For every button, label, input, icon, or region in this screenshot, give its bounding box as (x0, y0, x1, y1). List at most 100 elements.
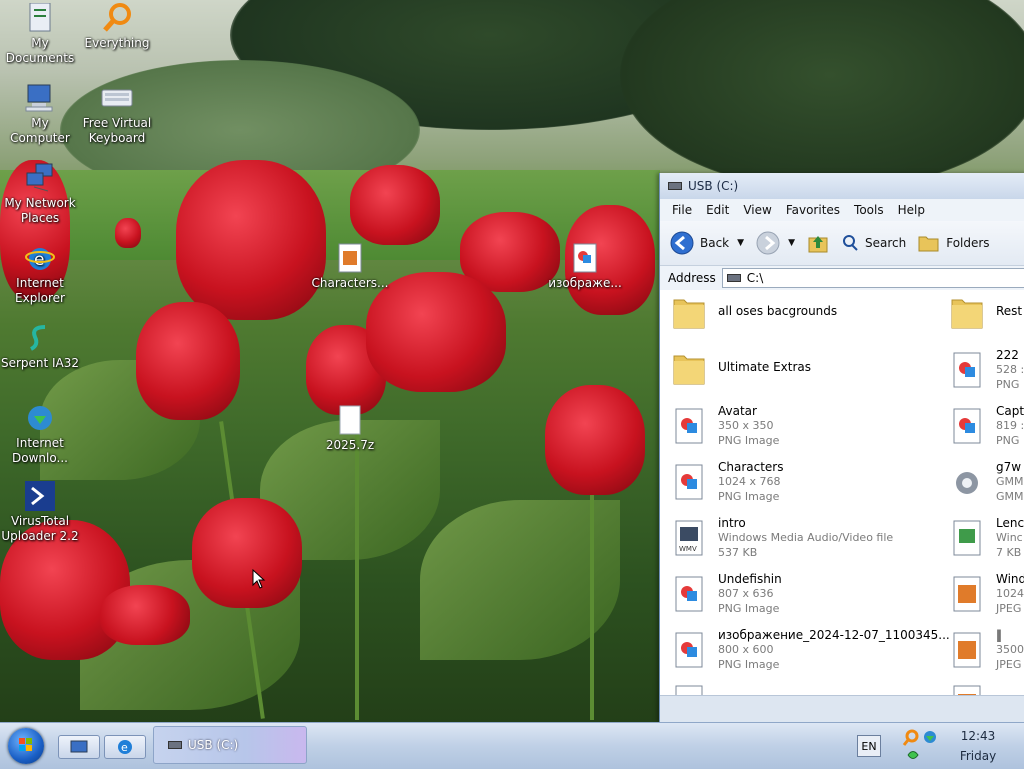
folders-button[interactable]: Folders (918, 233, 990, 253)
file-name: Undefishin (718, 572, 782, 586)
internet-explorer-icon: e (118, 740, 132, 754)
download-tray-icon[interactable] (905, 747, 921, 763)
icon-label-1: Serpent IA32 (0, 356, 80, 370)
file-item[interactable]: WMV intro Windows Media Audio/Video file 53… (672, 516, 893, 560)
desktop-icon-image-ru[interactable]: изображе... (545, 242, 625, 291)
file-item[interactable]: изображение_2024-12-07_1100345... 800 x 6… (672, 628, 950, 672)
forward-dropdown-icon[interactable]: ▼ (788, 238, 795, 248)
file-item[interactable]: 222 528 : PNG (950, 348, 1024, 392)
clock-time: 12:43 (960, 729, 996, 743)
show-desktop-icon (70, 740, 88, 753)
menu-edit[interactable]: Edit (706, 203, 729, 217)
file-type: PNG Image (718, 658, 780, 671)
image-file-icon (334, 242, 366, 274)
file-info: 222 528 : PNG (996, 348, 1024, 392)
icon-label-1: изображе... (548, 276, 622, 290)
file-item[interactable]: Capt 819 : PNG (950, 404, 1024, 448)
internet-explorer-icon: e (24, 242, 56, 274)
desktop-icon-my-computer[interactable]: My Computer (0, 82, 80, 146)
icon-label-1: Everything (84, 36, 150, 50)
file-item[interactable]: g7w GMM GMM (950, 460, 1024, 504)
drive-icon (168, 741, 182, 749)
network-tray-icon[interactable] (922, 729, 938, 745)
taskbar-item-label: USB (C:) (188, 738, 239, 752)
file-info: Avatar 350 x 350 PNG Image (718, 404, 779, 448)
desktop-icon-internet-download[interactable]: Internet Downlo... (0, 402, 80, 466)
desktop-icon-2025-7z[interactable]: 2025.7z (310, 404, 390, 453)
desktop-icon-internet-explorer[interactable]: e Internet Explorer (0, 242, 80, 306)
up-folder-button[interactable] (807, 232, 829, 254)
desktop-icon-everything[interactable]: Everything (77, 2, 157, 51)
mouse-cursor-icon (252, 569, 266, 589)
everything-tray-icon[interactable] (902, 729, 920, 747)
desktop-icon-characters[interactable]: Characters... (310, 242, 390, 291)
back-arrow-icon (670, 231, 694, 255)
desktop-icon-virustotal[interactable]: VirusTotal Uploader 2.2 (0, 480, 80, 544)
file-detail: 1024 (996, 587, 1024, 600)
desktop-icon-serpent[interactable]: Serpent IA32 (0, 322, 80, 371)
show-desktop-button[interactable] (58, 735, 100, 759)
icon-label-1: My Computer (10, 116, 70, 145)
desktop-icon-my-documents[interactable]: My Documents (0, 2, 80, 66)
search-label: Search (864, 236, 907, 250)
address-bar: Address C:\ (660, 266, 1024, 291)
menu-tools[interactable]: Tools (854, 203, 884, 217)
file-name: 222 (996, 348, 1019, 362)
windows-logo-icon (19, 738, 32, 751)
network-places-icon (24, 162, 56, 194)
menu-help[interactable]: Help (898, 203, 925, 217)
desktop-icon-free-virtual-keyboard[interactable]: Free Virtual Keyboard (77, 82, 157, 146)
menu-favorites[interactable]: Favorites (786, 203, 840, 217)
taskbar-item-usb[interactable]: USB (C:) (153, 726, 307, 764)
language-indicator[interactable]: EN (857, 735, 881, 757)
application-file-icon (956, 472, 978, 494)
file-name: Lenc (996, 516, 1024, 530)
file-name: Rest (996, 304, 1023, 318)
folders-icon (918, 236, 939, 252)
menu-bar: File Edit View Favorites Tools Help (660, 199, 1024, 221)
file-type: 537 KB (718, 546, 758, 559)
search-button[interactable]: Search (841, 234, 906, 252)
menu-file[interactable]: File (672, 203, 692, 217)
file-item[interactable]: Avatar 350 x 350 PNG Image (672, 404, 779, 448)
back-dropdown-icon[interactable]: ▼ (737, 238, 744, 248)
window-title: USB (C:) (688, 179, 739, 193)
menu-view[interactable]: View (743, 203, 771, 217)
forward-arrow-icon (756, 231, 780, 255)
svg-text:e: e (121, 741, 128, 754)
file-list: all oses bacgrounds Ultimate Extras Avatar… (660, 290, 1024, 696)
file-detail: 1024 x 768 (718, 475, 781, 488)
file-name: all oses bacgrounds (718, 304, 838, 318)
up-folder-icon (808, 236, 828, 253)
address-input[interactable]: C:\ (721, 268, 1024, 288)
file-item[interactable]: Wind 1024 JPEG (950, 572, 1024, 616)
file-type: GMM (996, 490, 1024, 503)
folder-icon (951, 299, 983, 329)
icon-label-1: Internet (16, 436, 64, 450)
file-item[interactable]: Undefishin 807 x 636 PNG Image (672, 572, 782, 616)
file-item[interactable]: Characters 1024 x 768 PNG Image (672, 460, 784, 504)
start-button[interactable] (8, 728, 44, 764)
icon-label-1: VirusTotal (10, 514, 70, 528)
archive-file-icon (334, 404, 366, 436)
file-name: ‖ (996, 628, 1002, 642)
title-bar[interactable]: USB (C:) (660, 173, 1024, 199)
file-item[interactable]: Rest (950, 292, 1022, 330)
address-label: Address (668, 271, 716, 285)
forward-button[interactable]: ▼ (756, 231, 795, 255)
file-name: изображение_2024-12-07_1100345... (718, 628, 950, 642)
file-item[interactable]: Lenc Winc 7 KB (950, 516, 1024, 560)
clock[interactable]: 12:43 Friday (946, 726, 1010, 766)
icon-label-1: Characters... (311, 276, 389, 290)
quicklaunch-ie-button[interactable]: e (104, 735, 146, 759)
file-info: изображение_2024-12-07_1100345... 800 x 6… (718, 628, 950, 672)
desktop-icon-my-network-places[interactable]: My Network Places (0, 162, 80, 226)
explorer-window[interactable]: USB (C:) File Edit View Favorites Tools … (659, 173, 1024, 722)
file-item[interactable]: ‖ 3500 JPEG (950, 628, 1024, 672)
file-item[interactable]: Ultimate Extras (672, 348, 811, 386)
file-name: Wind (996, 572, 1024, 586)
file-type: PNG (996, 434, 1020, 447)
back-button[interactable]: Back ▼ (670, 231, 744, 255)
file-item[interactable]: all oses bacgrounds (672, 292, 837, 330)
file-detail: 807 x 636 (718, 587, 774, 600)
